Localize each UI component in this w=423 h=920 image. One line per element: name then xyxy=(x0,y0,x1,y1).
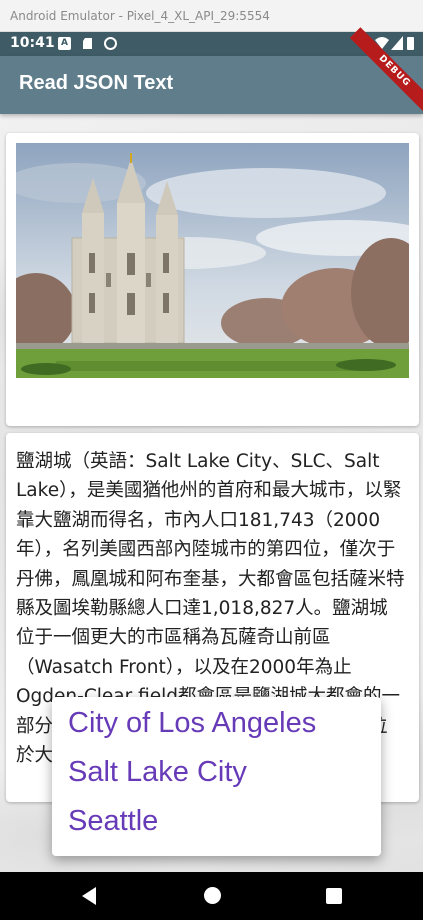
home-icon[interactable] xyxy=(204,887,221,904)
app-bar-title: Read JSON Text xyxy=(19,72,174,94)
temple-photo xyxy=(16,143,409,378)
dnd-icon xyxy=(104,37,117,50)
battery-icon xyxy=(407,37,414,50)
menu-item-salt-lake-city[interactable]: Salt Lake City xyxy=(68,756,247,789)
menu-item-los-angeles[interactable]: City of Los Angeles xyxy=(68,707,316,740)
signal-icon xyxy=(391,36,403,50)
status-time: 10:41 xyxy=(10,35,55,51)
city-popup-menu: City of Los Angeles Salt Lake City Seatt… xyxy=(52,697,381,856)
navigation-bar xyxy=(0,872,423,920)
back-icon[interactable] xyxy=(82,887,96,905)
recents-icon[interactable] xyxy=(326,888,342,904)
menu-item-seattle[interactable]: Seattle xyxy=(68,805,158,838)
a-notification-icon: A xyxy=(58,37,71,50)
sd-card-icon xyxy=(83,38,92,49)
app-bar: Read JSON Text DEBUG xyxy=(0,27,423,116)
image-card xyxy=(6,133,419,426)
